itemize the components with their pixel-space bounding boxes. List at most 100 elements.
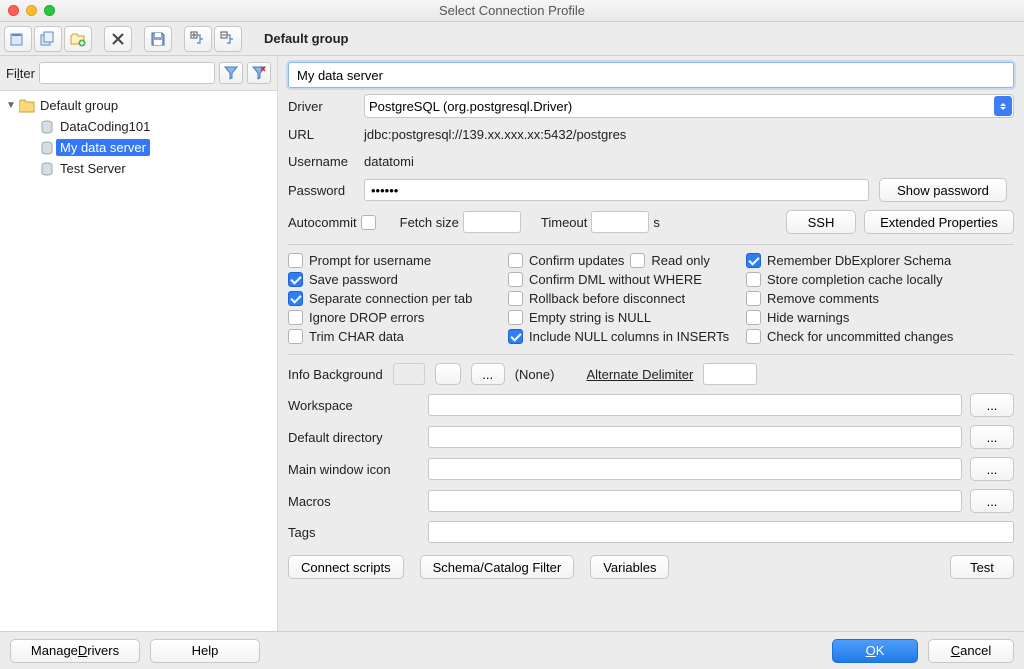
macros-label: Macros <box>288 494 420 509</box>
folder-icon <box>18 99 36 113</box>
tree-item[interactable]: My data server <box>0 137 277 158</box>
username-value[interactable]: datatomi <box>364 151 1014 172</box>
empty-null-label: Empty string is NULL <box>529 310 651 325</box>
filter-apply-icon[interactable] <box>219 62 243 84</box>
ignore-drop-checkbox[interactable] <box>288 310 303 325</box>
separator <box>288 244 1014 245</box>
tree-item[interactable]: Test Server <box>0 158 277 179</box>
cancel-button[interactable]: Cancel <box>928 639 1014 663</box>
filter-row: Filter <box>0 56 277 91</box>
extended-properties-button[interactable]: Extended Properties <box>864 210 1014 234</box>
test-button[interactable]: Test <box>950 555 1014 579</box>
main-icon-input[interactable] <box>428 458 962 480</box>
db-icon <box>38 120 56 134</box>
tree-group[interactable]: ▼ Default group <box>0 95 277 116</box>
confirm-dml-label: Confirm DML without WHERE <box>529 272 702 287</box>
autocommit-label: Autocommit <box>288 215 357 230</box>
prompt-username-checkbox[interactable] <box>288 253 303 268</box>
profile-tree-panel: Filter ▼ Default group DataCoding1 <box>0 56 278 631</box>
default-dir-input[interactable] <box>428 426 962 448</box>
store-cache-checkbox[interactable] <box>746 272 761 287</box>
delete-profile-button[interactable] <box>104 26 132 52</box>
read-only-checkbox[interactable] <box>630 253 645 268</box>
save-password-label: Save password <box>309 272 398 287</box>
copy-profile-button[interactable] <box>34 26 62 52</box>
driver-select[interactable]: PostgreSQL (org.postgresql.Driver) <box>364 94 1014 118</box>
new-profile-button[interactable] <box>4 26 32 52</box>
confirm-updates-label: Confirm updates <box>529 253 624 268</box>
remember-schema-label: Remember DbExplorer Schema <box>767 253 951 268</box>
group-header: Default group <box>256 31 1020 46</box>
ignore-drop-label: Ignore DROP errors <box>309 310 424 325</box>
ssh-button[interactable]: SSH <box>786 210 856 234</box>
toolbar: Default group <box>0 22 1024 56</box>
confirm-dml-checkbox[interactable] <box>508 272 523 287</box>
tree-expand-button[interactable] <box>184 26 212 52</box>
prompt-username-label: Prompt for username <box>309 253 431 268</box>
password-input[interactable] <box>364 179 869 201</box>
rollback-checkbox[interactable] <box>508 291 523 306</box>
remove-comments-checkbox[interactable] <box>746 291 761 306</box>
default-dir-browse-button[interactable]: ... <box>970 425 1014 449</box>
fetch-size-input[interactable] <box>463 211 521 233</box>
tags-input[interactable] <box>428 521 1014 543</box>
tree-item-label: DataCoding101 <box>56 118 154 135</box>
info-bg-clear-button[interactable] <box>435 363 461 385</box>
macros-input[interactable] <box>428 490 962 512</box>
ok-button[interactable]: OK <box>832 639 918 663</box>
profile-tree[interactable]: ▼ Default group DataCoding101 My data se… <box>0 91 277 631</box>
trim-char-checkbox[interactable] <box>288 329 303 344</box>
tags-label: Tags <box>288 525 420 540</box>
separate-conn-checkbox[interactable] <box>288 291 303 306</box>
tree-expand-icon[interactable]: ▼ <box>4 100 18 111</box>
url-value[interactable]: jdbc:postgresql://139.xx.xxx.xx:5432/pos… <box>364 124 1014 145</box>
timeout-unit: s <box>653 215 660 230</box>
timeout-input[interactable] <box>591 211 649 233</box>
include-null-checkbox[interactable] <box>508 329 523 344</box>
save-profiles-button[interactable] <box>144 26 172 52</box>
schema-filter-button[interactable]: Schema/Catalog Filter <box>420 555 575 579</box>
help-button[interactable]: Help <box>150 639 260 663</box>
filter-input[interactable] <box>39 62 215 84</box>
password-label: Password <box>288 183 364 198</box>
info-bg-browse-button[interactable]: ... <box>471 363 505 385</box>
include-null-label: Include NULL columns in INSERTs <box>529 329 729 344</box>
footer: Manage Drivers Help OK Cancel <box>0 631 1024 669</box>
variables-button[interactable]: Variables <box>590 555 669 579</box>
hide-warnings-checkbox[interactable] <box>746 310 761 325</box>
connect-scripts-button[interactable]: Connect scripts <box>288 555 404 579</box>
check-uncommitted-checkbox[interactable] <box>746 329 761 344</box>
confirm-updates-checkbox[interactable] <box>508 253 523 268</box>
workspace-input[interactable] <box>428 394 962 416</box>
show-password-button[interactable]: Show password <box>879 178 1007 202</box>
autocommit-checkbox[interactable] <box>361 215 376 230</box>
info-bg-none: (None) <box>515 367 555 382</box>
new-folder-button[interactable] <box>64 26 92 52</box>
tree-collapse-button[interactable] <box>214 26 242 52</box>
tree-item[interactable]: DataCoding101 <box>0 116 277 137</box>
remember-schema-checkbox[interactable] <box>746 253 761 268</box>
alt-delimiter-input[interactable] <box>703 363 757 385</box>
info-bg-label: Info Background <box>288 367 383 382</box>
filter-label: Filter <box>6 66 35 81</box>
empty-null-checkbox[interactable] <box>508 310 523 325</box>
window-title: Select Connection Profile <box>0 3 1024 18</box>
default-dir-label: Default directory <box>288 430 420 445</box>
macros-browse-button[interactable]: ... <box>970 489 1014 513</box>
workspace-browse-button[interactable]: ... <box>970 393 1014 417</box>
save-password-checkbox[interactable] <box>288 272 303 287</box>
alt-delimiter-link[interactable]: Alternate Delimiter <box>586 367 693 382</box>
tree-item-label: Test Server <box>56 160 130 177</box>
filter-clear-icon[interactable] <box>247 62 271 84</box>
profile-name-input[interactable] <box>288 62 1014 88</box>
fetch-size-label: Fetch size <box>400 215 459 230</box>
tree-group-label: Default group <box>36 97 122 114</box>
info-bg-swatch[interactable] <box>393 363 425 385</box>
tree-item-label: My data server <box>56 139 150 156</box>
rollback-label: Rollback before disconnect <box>529 291 685 306</box>
timeout-label: Timeout <box>541 215 587 230</box>
separator <box>288 354 1014 355</box>
main-icon-browse-button[interactable]: ... <box>970 457 1014 481</box>
manage-drivers-button[interactable]: Manage Drivers <box>10 639 140 663</box>
driver-label: Driver <box>288 99 364 114</box>
